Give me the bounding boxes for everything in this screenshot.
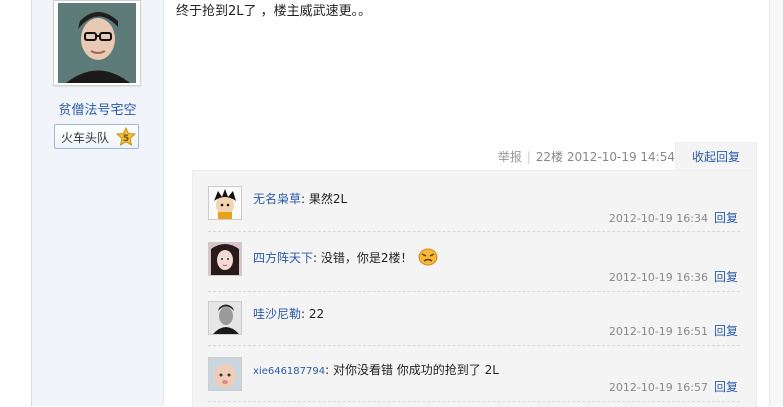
reply-meta: 2012-10-19 16:57 回复 [609, 378, 738, 395]
reply-text: 22 [308, 307, 325, 321]
reply-button[interactable]: 回复 [714, 211, 738, 225]
report-link[interactable]: 举报 [498, 150, 522, 164]
reply-line: 哇沙尼勒: 22 [253, 307, 325, 321]
reply-username[interactable]: 无名枭草 [253, 192, 301, 206]
reply-timestamp: 2012-10-19 16:57 [608, 381, 708, 394]
reply-line: 四方阵天下: 没错，你是2楼！ [253, 248, 438, 269]
post-timestamp: 2012-10-19 14:54 [566, 150, 675, 164]
badge-label: 火车头队 [61, 131, 110, 145]
reply-username[interactable]: 哇沙尼勒 [253, 307, 301, 321]
collapse-replies-button[interactable]: 收起回复 [675, 142, 757, 171]
badge-level: 5 [123, 134, 129, 144]
reply-username[interactable]: 四方阵天下 [253, 251, 313, 265]
reply-list: 无名枭草: 果然2L 2012-10-19 16:34 回复 四方阵天下: 没错，… [192, 170, 757, 407]
reply-timestamp: 2012-10-19 16:51 [608, 325, 708, 338]
reply-button[interactable]: 回复 [714, 324, 738, 338]
reply-meta: 2012-10-19 16:51 回复 [609, 322, 738, 339]
poster-avatar[interactable] [53, 0, 141, 86]
page-gutter [770, 0, 783, 406]
angry-face-emoji-icon [418, 248, 438, 269]
reply-timestamp: 2012-10-19 16:34 [608, 212, 708, 225]
reply-divider [208, 231, 740, 232]
reply-divider [208, 401, 740, 402]
poster-avatar-photo [58, 3, 136, 83]
level-badge-icon: 5 [115, 126, 137, 151]
reply-line: xie646187794: 对你没看错 你成功的抢到了 2L [253, 363, 499, 377]
floor-number: 22楼 [535, 150, 564, 164]
reply-text: 果然2L [308, 192, 348, 206]
reply-meta: 2012-10-19 16:34 回复 [609, 209, 738, 226]
reply-avatar[interactable] [208, 242, 242, 276]
reply-button[interactable]: 回复 [714, 270, 738, 284]
reply-avatar[interactable] [208, 186, 242, 220]
reply-divider [208, 345, 740, 346]
reply-username[interactable]: xie646187794 [253, 366, 325, 377]
reply-text: 对你没看错 你成功的抢到了 2L [332, 363, 499, 377]
reply-button[interactable]: 回复 [714, 380, 738, 394]
reply-avatar[interactable] [208, 357, 242, 391]
reply-text: 没错，你是2楼！ [320, 251, 413, 265]
poster-username[interactable]: 贫僧法号宅空 [32, 99, 163, 118]
post-content: 终于抢到2L了 ，楼主威武速更。。 [176, 4, 372, 19]
reply-line: 无名枭草: 果然2L [253, 192, 348, 206]
post-meta: 举报 | 22楼 2012-10-19 14:54 [498, 148, 675, 165]
meta-divider: | [526, 150, 531, 164]
reply-meta: 2012-10-19 16:36 回复 [609, 268, 738, 285]
reply-divider [208, 291, 740, 292]
user-sidebar: 贫僧法号宅空 火车头队 5 [31, 0, 164, 406]
reply-timestamp: 2012-10-19 16:36 [608, 271, 708, 284]
reply-avatar[interactable] [208, 301, 242, 335]
member-badge[interactable]: 火车头队 5 [54, 124, 139, 149]
